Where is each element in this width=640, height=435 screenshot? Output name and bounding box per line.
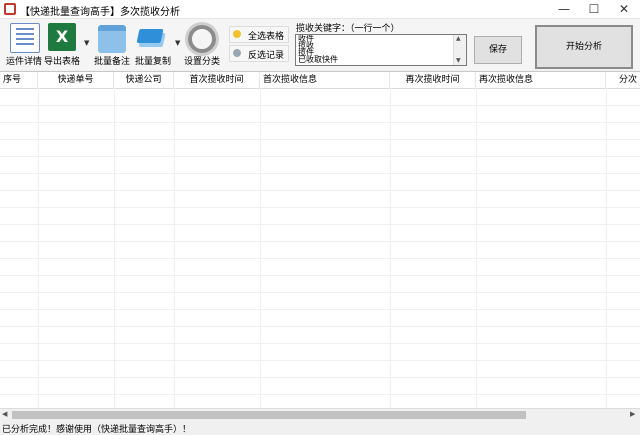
batch-copy-button[interactable]: 批量复制 bbox=[131, 21, 175, 67]
grid-row-line bbox=[0, 190, 640, 191]
keywords-scrollbar[interactable]: ▲ ▼ bbox=[453, 35, 466, 65]
keywords-label: 揽收关键字：（一行一个） bbox=[296, 24, 400, 34]
maximize-button[interactable]: ☐ bbox=[580, 0, 608, 18]
grid-row-line bbox=[0, 394, 640, 395]
grid-row-line bbox=[0, 156, 640, 157]
scrollbar-thumb[interactable] bbox=[12, 411, 526, 419]
batch-copy-label: 批量复制 bbox=[134, 57, 171, 67]
grid-column-line bbox=[38, 88, 39, 409]
scroll-left-icon[interactable]: ◀ bbox=[2, 410, 7, 418]
start-analysis-button[interactable]: 开始分析 bbox=[535, 25, 633, 69]
horizontal-scrollbar[interactable]: ◀ ▶ bbox=[0, 408, 640, 421]
keywords-text: 收件 揽收 揽件 已收取快件 bbox=[298, 34, 338, 64]
app-logo-icon bbox=[4, 3, 16, 15]
export-table-button[interactable]: X 导出表格 bbox=[40, 21, 84, 67]
grid-row-line bbox=[0, 207, 640, 208]
table-header: 序号 快递单号 快递公司 首次揽收时间 首次揽收信息 再次揽收时间 再次揽收信息… bbox=[0, 72, 640, 89]
grid-row-line bbox=[0, 139, 640, 140]
column-header-tracking-no[interactable]: 快递单号 bbox=[38, 72, 114, 88]
window-title: 【快递批量查询高手】多次揽收分析 bbox=[20, 7, 180, 18]
grid-column-line bbox=[174, 88, 175, 409]
grid-row-line bbox=[0, 309, 640, 310]
save-button[interactable]: 保存 bbox=[474, 36, 522, 64]
export-dropdown-icon[interactable]: ▼ bbox=[84, 39, 89, 47]
close-button[interactable]: ✕ bbox=[610, 0, 638, 18]
grid-row-line bbox=[0, 241, 640, 242]
grid-row-line bbox=[0, 377, 640, 378]
select-all-label: 全选表格 bbox=[248, 32, 285, 42]
grid-row-line bbox=[0, 275, 640, 276]
results-table[interactable]: 序号 快递单号 快递公司 首次揽收时间 首次揽收信息 再次揽收时间 再次揽收信息… bbox=[0, 71, 640, 409]
excel-icon: X bbox=[48, 23, 76, 51]
grid-column-line bbox=[390, 88, 391, 409]
grid-row-line bbox=[0, 258, 640, 259]
grid-row-line bbox=[0, 173, 640, 174]
set-category-button[interactable]: 设置分类 bbox=[180, 21, 224, 67]
grid-row-line bbox=[0, 343, 640, 344]
export-table-label: 导出表格 bbox=[43, 57, 80, 67]
scroll-up-icon[interactable]: ▲ bbox=[456, 35, 461, 42]
column-header-split[interactable]: 分次 bbox=[606, 72, 640, 88]
title-bar: 【快递批量查询高手】多次揽收分析 — ☐ ✕ bbox=[0, 0, 640, 19]
grid-column-line bbox=[114, 88, 115, 409]
bulb-icon bbox=[233, 30, 241, 38]
set-category-label: 设置分类 bbox=[183, 57, 220, 67]
grid-row-line bbox=[0, 105, 640, 106]
gear-icon bbox=[188, 25, 216, 53]
scroll-right-icon[interactable]: ▶ bbox=[630, 410, 635, 418]
status-text: 已分析完成！感谢使用（快递批量查询高手）！ bbox=[2, 425, 192, 435]
column-header-courier[interactable]: 快递公司 bbox=[114, 72, 174, 88]
invert-selection-button[interactable]: 反选记录 bbox=[229, 45, 289, 62]
copy-icon bbox=[136, 29, 164, 43]
grid-column-line bbox=[606, 88, 607, 409]
keywords-textarea[interactable]: 收件 揽收 揽件 已收取快件 ▲ ▼ bbox=[295, 34, 467, 66]
grid-column-line bbox=[260, 88, 261, 409]
minimize-button[interactable]: — bbox=[550, 0, 578, 18]
grid-row-line bbox=[0, 122, 640, 123]
broom-icon bbox=[233, 49, 241, 57]
select-all-button[interactable]: 全选表格 bbox=[229, 26, 289, 43]
document-icon bbox=[10, 23, 40, 53]
status-bar: 已分析完成！感谢使用（快递批量查询高手）！ bbox=[0, 421, 640, 435]
scroll-down-icon[interactable]: ▼ bbox=[456, 57, 461, 64]
column-header-first-pickup-info[interactable]: 首次揽收信息 bbox=[260, 72, 390, 88]
folder-icon bbox=[98, 25, 126, 53]
grid-row-line bbox=[0, 224, 640, 225]
column-header-second-pickup-info[interactable]: 再次揽收信息 bbox=[476, 72, 606, 88]
invert-selection-label: 反选记录 bbox=[248, 51, 285, 61]
grid-row-line bbox=[0, 326, 640, 327]
grid-row-line bbox=[0, 360, 640, 361]
column-header-first-pickup-time[interactable]: 首次揽收时间 bbox=[174, 72, 260, 88]
column-header-index[interactable]: 序号 bbox=[0, 72, 38, 88]
grid-row-line bbox=[0, 292, 640, 293]
toolbar: 运件详情 X 导出表格 ▼ 批量备注 批量复制 ▼ 设置分类 全选表格 反选记录… bbox=[0, 19, 640, 70]
grid-column-line bbox=[476, 88, 477, 409]
column-header-second-pickup-time[interactable]: 再次揽收时间 bbox=[390, 72, 476, 88]
